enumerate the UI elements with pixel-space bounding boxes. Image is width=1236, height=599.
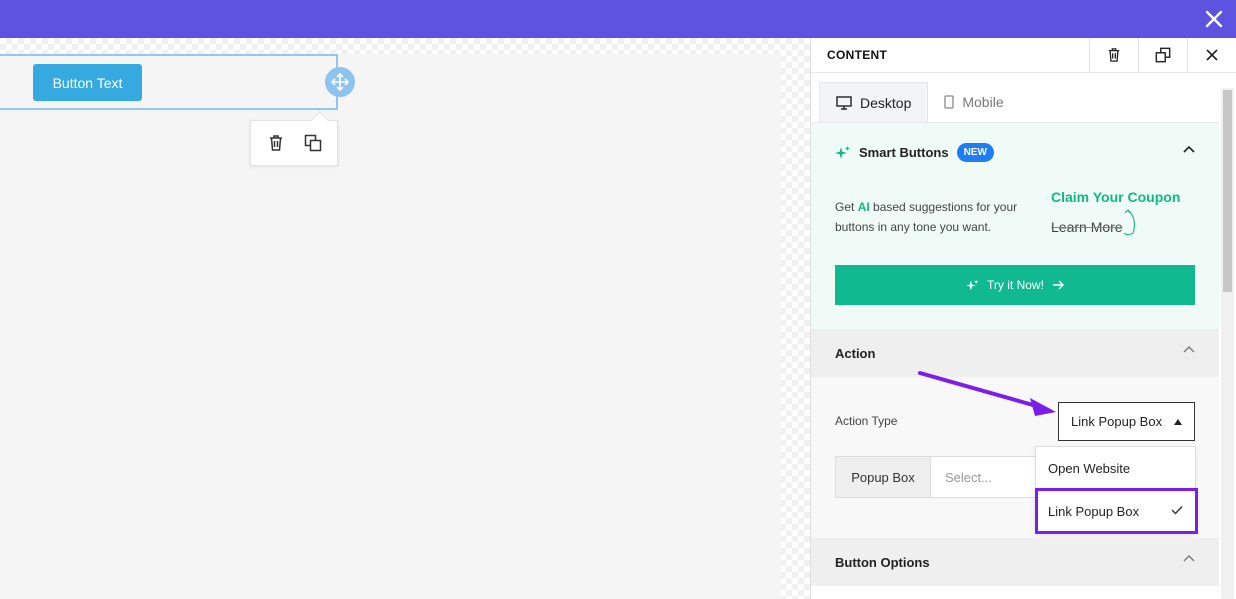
option-label: Link Popup Box <box>1048 503 1140 519</box>
example-primary-text: Claim Your Coupon <box>1051 189 1181 205</box>
action-section-header[interactable]: Action <box>811 329 1219 377</box>
curly-arrow-icon <box>1123 209 1136 236</box>
smart-buttons-title: Smart Buttons <box>859 145 949 160</box>
content-panel: CONTENT Desktop Mobile Smart Buttons NEW… <box>810 38 1236 599</box>
scrollbar-thumb[interactable] <box>1223 90 1232 292</box>
arrow-right-icon <box>1052 280 1064 290</box>
trash-icon <box>1108 48 1120 62</box>
chevron-up-icon <box>1183 555 1195 562</box>
popup-box-label: Popup Box <box>835 456 931 498</box>
close-icon[interactable] <box>1202 7 1226 31</box>
smart-buttons-section: Smart Buttons NEW Get AI based suggestio… <box>811 123 1219 329</box>
panel-scrollbar[interactable] <box>1221 88 1234 599</box>
delete-button[interactable] <box>1089 38 1138 73</box>
duplicate-icon <box>304 134 321 152</box>
checkmark-icon <box>1171 506 1183 515</box>
device-tabs: Desktop Mobile <box>811 73 1219 123</box>
button-options-heading: Button Options <box>835 554 930 570</box>
duplicate-button[interactable] <box>1138 38 1187 73</box>
move-icon <box>331 73 349 91</box>
action-type-dropdown: Open Website Link Popup Box <box>1035 446 1198 534</box>
top-bar <box>0 0 1236 38</box>
canvas-button[interactable]: Button Text <box>33 64 142 101</box>
duplicate-element-button[interactable] <box>302 132 324 154</box>
chevron-up-icon[interactable] <box>1183 145 1195 153</box>
panel-title: CONTENT <box>827 48 888 62</box>
mobile-icon <box>944 95 955 109</box>
editor-canvas-area: Button Text <box>0 38 810 599</box>
tab-desktop[interactable]: Desktop <box>819 82 929 122</box>
action-type-select[interactable]: Link Popup Box <box>1058 402 1195 441</box>
smart-buttons-header[interactable]: Smart Buttons NEW <box>835 143 994 162</box>
tab-mobile-label: Mobile <box>962 94 1004 110</box>
try-it-now-button[interactable]: Try it Now! <box>835 265 1195 305</box>
panel-header: CONTENT <box>811 38 1236 73</box>
desc-prefix: Get <box>835 200 858 214</box>
action-heading: Action <box>835 345 876 361</box>
tab-desktop-label: Desktop <box>860 94 912 111</box>
close-panel-button[interactable] <box>1187 38 1236 73</box>
caret-up-icon <box>1174 419 1182 425</box>
monitor-icon <box>836 95 852 110</box>
smart-buttons-description: Get AI based suggestions for your button… <box>835 197 1035 237</box>
delete-element-button[interactable] <box>265 132 287 154</box>
duplicate-icon <box>1155 47 1171 63</box>
action-type-value: Link Popup Box <box>1071 414 1163 429</box>
desc-ai: AI <box>857 200 870 214</box>
example-secondary-text: Learn More <box>1051 219 1123 235</box>
sparkle-icon <box>835 145 850 159</box>
close-icon <box>1206 49 1218 61</box>
option-link-popup-box[interactable]: Link Popup Box <box>1035 488 1198 534</box>
tab-mobile[interactable]: Mobile <box>928 82 1019 122</box>
trash-icon <box>269 135 282 151</box>
sparkle-icon <box>966 279 979 290</box>
editor-canvas[interactable] <box>0 54 781 599</box>
element-toolbar <box>250 120 338 166</box>
action-type-label: Action Type <box>835 414 898 428</box>
try-it-now-label: Try it Now! <box>987 278 1044 292</box>
button-options-header[interactable]: Button Options <box>811 538 1219 586</box>
option-open-website[interactable]: Open Website <box>1036 447 1195 489</box>
chevron-up-icon <box>1183 346 1195 353</box>
new-badge: NEW <box>956 143 994 162</box>
option-label: Open Website <box>1048 460 1131 476</box>
move-handle[interactable] <box>325 67 355 97</box>
